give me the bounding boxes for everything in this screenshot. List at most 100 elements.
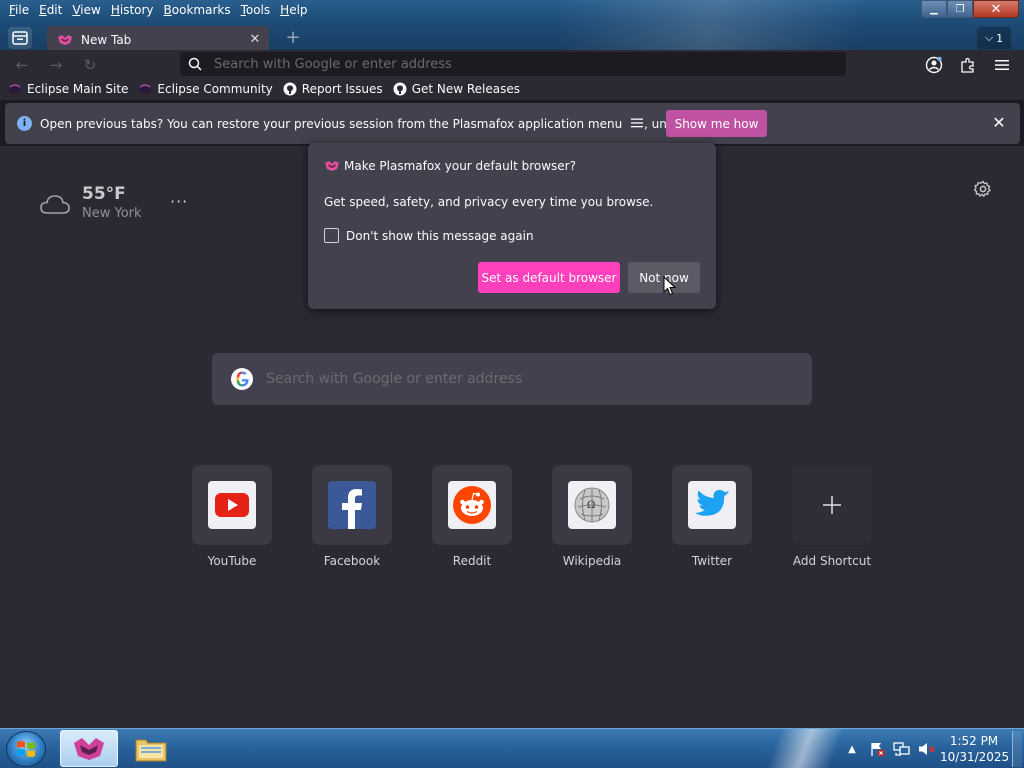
weather-temperature: 55°F (82, 184, 126, 204)
weather-more-button[interactable]: ··· (170, 192, 188, 211)
tab-new-tab[interactable]: New Tab ✕ (47, 26, 269, 53)
account-button[interactable] (922, 54, 946, 76)
bookmark-report-issues[interactable]: Report Issues (283, 82, 383, 96)
search-icon (188, 57, 202, 71)
minimize-button[interactable]: ▁ (921, 0, 947, 18)
plasmafox-icon (74, 737, 104, 760)
show-me-how-button[interactable]: Show me how (666, 110, 767, 137)
shortcut-twitter[interactable]: Twitter (652, 465, 772, 568)
menu-edit[interactable]: Edit (34, 0, 67, 20)
shortcut-tile (432, 465, 512, 545)
network-icon[interactable] (892, 739, 912, 759)
volume-muted-icon[interactable] (917, 739, 937, 759)
tab-count: 1 (996, 31, 1004, 45)
shortcut-label: YouTube (207, 554, 257, 568)
dialog-description: Get speed, safety, and privacy every tim… (324, 195, 654, 209)
navigation-toolbar: ← → ↻ (0, 50, 1024, 78)
new-tab-button[interactable]: + (284, 27, 302, 49)
facebook-icon (328, 481, 376, 529)
show-desktop-button[interactable] (1012, 731, 1022, 767)
menu-file[interactable]: File (4, 0, 34, 20)
github-icon (283, 82, 297, 96)
shortcut-tile (192, 465, 272, 545)
taskbar-file-explorer[interactable] (122, 730, 180, 767)
forward-button[interactable]: → (44, 54, 68, 76)
system-tray: ▲ (842, 729, 942, 768)
plus-icon (823, 496, 841, 514)
close-notification-button[interactable]: ✕ (988, 111, 1010, 133)
shortcut-label: Twitter (691, 554, 733, 568)
back-button[interactable]: ← (10, 54, 34, 76)
shortcut-youtube[interactable]: YouTube (172, 465, 292, 568)
clock-time: 1:52 PM (949, 734, 999, 748)
new-tab-search-input[interactable] (266, 371, 786, 387)
bookmark-get-new-releases[interactable]: Get New Releases (393, 82, 520, 96)
session-restore-notification: i Open previous tabs? You can restore yo… (5, 103, 1020, 144)
close-window-button[interactable]: ✕ (973, 0, 1019, 18)
minimize-icon: ▁ (930, 3, 938, 15)
extensions-button[interactable] (956, 54, 980, 76)
cloud-icon (40, 195, 70, 214)
system-clock[interactable]: 1:52 PM 10/31/2025 (940, 733, 1010, 765)
eclipse-icon (8, 82, 22, 96)
start-button[interactable] (6, 731, 46, 767)
tab-strip: New Tab ✕ + ⌵ 1 (0, 25, 1024, 53)
address-bar[interactable] (180, 52, 846, 76)
shortcut-facebook[interactable]: Facebook (292, 465, 412, 568)
tab-close-icon[interactable]: ✕ (245, 32, 265, 47)
clock-date: 10/31/2025 (940, 750, 1010, 764)
menu-help[interactable]: Help (275, 0, 312, 20)
shortcut-reddit[interactable]: Reddit (412, 465, 532, 568)
add-shortcut-button[interactable]: Add Shortcut (772, 465, 892, 568)
mouse-cursor-icon (663, 275, 677, 299)
dialog-header: Make Plasmafox your default browser? (324, 159, 576, 173)
notification-message: Open previous tabs? You can restore your… (40, 116, 735, 131)
shortcut-tile (672, 465, 752, 545)
dont-show-again-row[interactable]: Don't show this message again (324, 228, 534, 243)
plus-icon: + (285, 27, 301, 48)
new-tab-search[interactable] (212, 353, 812, 405)
chevron-down-icon: ⌵ (984, 31, 994, 44)
set-default-browser-button[interactable]: Set as default browser (478, 262, 620, 293)
bookmark-eclipse-main-site[interactable]: Eclipse Main Site (8, 82, 128, 96)
plasmafox-icon (58, 34, 72, 45)
dont-show-again-checkbox[interactable] (324, 228, 339, 243)
address-input[interactable] (214, 56, 814, 72)
default-browser-dialog: Make Plasmafox your default browser? Get… (308, 143, 716, 309)
weather-widget[interactable]: 55°F New York (40, 184, 142, 221)
personalize-button[interactable] (973, 180, 992, 198)
shortcut-label: Wikipedia (562, 554, 622, 568)
reload-button[interactable]: ↻ (78, 54, 102, 76)
close-icon: ✕ (990, 1, 1002, 17)
app-menu-button[interactable] (990, 54, 1014, 76)
eclipse-icon (138, 82, 152, 96)
plasmafox-icon (325, 161, 339, 171)
shortcut-label: Add Shortcut (792, 554, 872, 568)
arrow-right-icon: → (49, 56, 63, 74)
menu-bookmarks[interactable]: Bookmarks (159, 0, 236, 20)
bookmark-label: Eclipse Community (157, 82, 273, 96)
menu-view[interactable]: View (67, 0, 105, 20)
menu-history[interactable]: History (106, 0, 159, 20)
bookmark-eclipse-community[interactable]: Eclipse Community (138, 82, 273, 96)
puzzle-icon (961, 57, 974, 73)
reddit-icon (448, 481, 496, 529)
github-icon (393, 82, 407, 96)
youtube-icon (208, 481, 256, 529)
shortcut-wikipedia[interactable]: Ω Wikipedia (532, 465, 652, 568)
show-hidden-icons-button[interactable]: ▲ (842, 739, 862, 759)
firefox-view-icon (12, 31, 28, 45)
menu-bar: File Edit View History Bookmarks Tools H… (0, 0, 313, 20)
list-all-tabs-button[interactable]: ⌵ 1 (977, 27, 1011, 49)
bookmark-label: Report Issues (301, 82, 383, 96)
google-icon (231, 368, 253, 390)
taskbar-plasmafox[interactable] (60, 730, 118, 767)
maximize-button[interactable]: ❐ (947, 0, 973, 18)
action-center-icon[interactable] (867, 739, 887, 759)
menu-tools[interactable]: Tools (236, 0, 276, 20)
shortcut-tile: Ω (552, 465, 632, 545)
info-icon: i (17, 116, 32, 131)
checkbox-label: Don't show this message again (346, 228, 534, 243)
firefox-view-button[interactable] (8, 27, 32, 49)
dialog-title: Make Plasmafox your default browser? (344, 159, 576, 173)
